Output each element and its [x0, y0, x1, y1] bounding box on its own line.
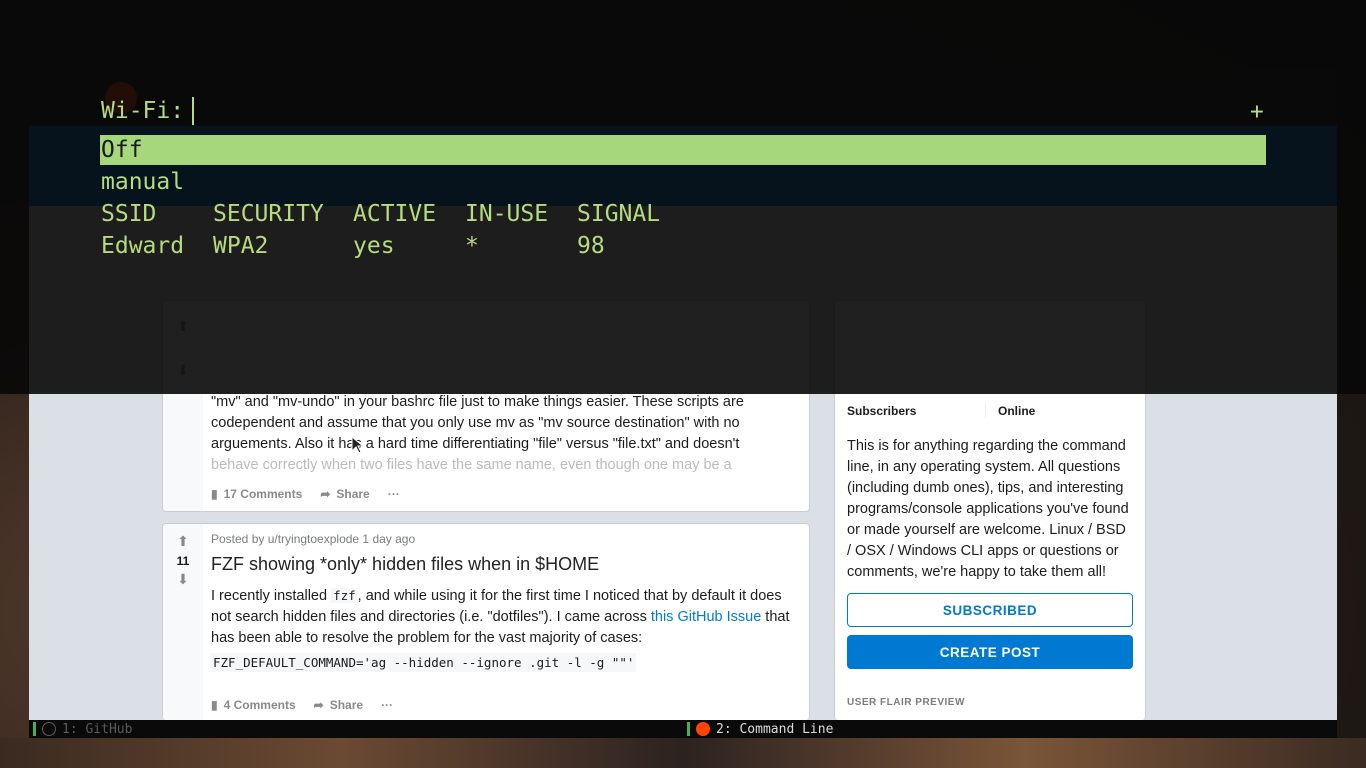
- more-options-button[interactable]: ···: [381, 698, 393, 712]
- menu-option-manual[interactable]: manual: [100, 167, 1266, 197]
- share-button[interactable]: ➦ Share: [314, 698, 363, 712]
- comments-label: 4 Comments: [223, 698, 296, 712]
- github-issue-link[interactable]: this GitHub Issue: [651, 609, 761, 625]
- subscribed-button[interactable]: SUBSCRIBED: [847, 593, 1133, 627]
- text-cursor: [192, 97, 195, 125]
- workspace-indicator: [687, 722, 690, 736]
- post-text: I recently installed fzf, and while usin…: [211, 585, 793, 649]
- online-label: Online: [998, 404, 1036, 418]
- network-security: WPA2: [213, 233, 269, 259]
- menu-option-off[interactable]: Off: [100, 135, 1266, 165]
- network-active: yes: [353, 233, 395, 259]
- online-stat: Online: [985, 404, 1123, 418]
- header-security: SECURITY: [213, 201, 324, 227]
- more-options-button[interactable]: ···: [388, 487, 400, 501]
- comments-button[interactable]: ▮ 17 Comments: [211, 487, 302, 501]
- workspace-indicator: [33, 722, 36, 736]
- comments-label: 17 Comments: [223, 487, 303, 501]
- reddit-icon: [696, 722, 710, 736]
- network-ssid: Edward: [101, 233, 185, 259]
- header-in-use: IN-USE: [465, 201, 549, 227]
- subscribers-stat: Subscribers: [847, 404, 985, 418]
- post-card[interactable]: ⬆ 11 ⬇ Posted by u/tryingtoexplode 1 day…: [162, 523, 810, 720]
- post-text-part: I recently installed: [211, 588, 332, 604]
- vote-column: ⬆ 11 ⬇: [163, 524, 203, 720]
- community-stats: Subscribers Online: [847, 404, 1133, 418]
- user-flair-preview-label: USER FLAIR PREVIEW: [847, 697, 965, 708]
- share-label: Share: [336, 487, 370, 501]
- comment-icon: ▮: [211, 487, 218, 501]
- network-signal: 98: [577, 233, 605, 259]
- header-ssid: SSID: [101, 201, 157, 227]
- network-table-header: SSID SECURITY ACTIVE IN-USE SIGNAL: [101, 199, 677, 229]
- workspace-1[interactable]: 1: GitHub: [33, 720, 132, 738]
- share-icon: ➦: [313, 698, 324, 712]
- workspace-label: 1: GitHub: [62, 721, 133, 737]
- wifi-menu: Wi-Fi: + Off manual SSID SECURITY ACTIVE…: [0, 0, 1366, 394]
- post-body: "mv" and "mv-undo" in your bashrc file j…: [211, 392, 793, 501]
- create-post-button[interactable]: CREATE POST: [847, 635, 1133, 669]
- post-body: Posted by u/tryingtoexplode 1 day ago FZ…: [211, 532, 793, 712]
- comment-icon: ▮: [211, 698, 218, 712]
- network-row[interactable]: Edward WPA2 yes * 98: [101, 231, 677, 261]
- code-block: FZF_DEFAULT_COMMAND='ag --hidden --ignor…: [211, 653, 637, 672]
- header-signal: SIGNAL: [577, 201, 661, 227]
- network-in-use: *: [465, 233, 479, 259]
- post-meta: Posted by u/tryingtoexplode 1 day ago: [211, 532, 416, 546]
- taskbar: 1: GitHub 2: Command Line: [29, 720, 1337, 738]
- header-active: ACTIVE: [353, 201, 437, 227]
- desktop-wallpaper: [0, 738, 1366, 768]
- mouse-pointer-icon: [351, 436, 365, 454]
- wifi-prompt-row[interactable]: Wi-Fi:: [101, 97, 195, 125]
- comments-button[interactable]: ▮ 4 Comments: [211, 698, 296, 712]
- github-icon: [42, 722, 56, 736]
- wifi-prompt-label: Wi-Fi:: [101, 98, 185, 124]
- vote-count: 11: [176, 554, 190, 568]
- post-text-faded: behave correctly when two files have the…: [211, 457, 732, 473]
- subscribers-label: Subscribers: [847, 404, 917, 418]
- workspace-label: 2: Command Line: [716, 721, 834, 737]
- post-text: "mv" and "mv-undo" in your bashrc file j…: [211, 394, 744, 452]
- share-button[interactable]: ➦ Share: [320, 487, 369, 501]
- inline-code: fzf: [331, 588, 358, 603]
- downvote-icon[interactable]: ⬇: [177, 572, 189, 588]
- upvote-icon[interactable]: ⬆: [177, 534, 189, 550]
- community-description: This is for anything regarding the comma…: [847, 438, 1129, 580]
- post-actions: ▮ 4 Comments ➦ Share ···: [211, 698, 793, 712]
- workspace-2[interactable]: 2: Command Line: [687, 720, 833, 738]
- share-label: Share: [329, 698, 364, 712]
- post-actions: ▮ 17 Comments ➦ Share ···: [211, 487, 793, 501]
- share-icon: ➦: [320, 487, 331, 501]
- add-network-button[interactable]: +: [1250, 99, 1264, 125]
- post-title[interactable]: FZF showing *only* hidden files when in …: [211, 554, 793, 575]
